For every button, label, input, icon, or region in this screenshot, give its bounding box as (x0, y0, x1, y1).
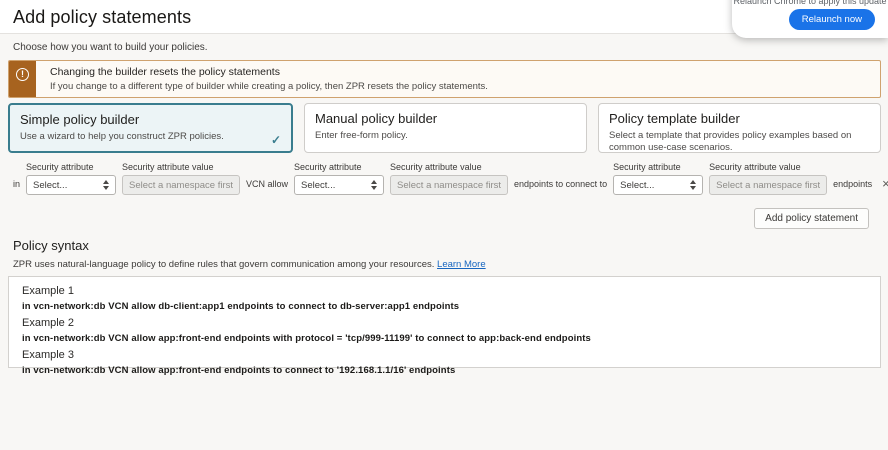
statement-connector-text: endpoints to connect to (514, 179, 607, 195)
select-updown-icon (103, 180, 109, 190)
card-description: Enter free-form policy. (315, 130, 576, 142)
card-title: Policy template builder (609, 111, 870, 126)
warning-banner-accent: ! (9, 61, 36, 97)
security-attribute-value-input-3[interactable] (709, 175, 827, 195)
builder-card-list: Simple policy builder Use a wizard to he… (8, 103, 881, 153)
remove-statement-icon[interactable]: × (878, 177, 888, 195)
policy-statement-row: in Security attribute Select... Security… (13, 162, 881, 195)
statement-suffix-text: endpoints (833, 179, 872, 195)
security-attribute-select-1[interactable]: Select... (26, 175, 116, 195)
select-updown-icon (371, 180, 377, 190)
warning-banner-title: Changing the builder resets the policy s… (50, 66, 488, 78)
security-attribute-label: Security attribute (294, 162, 384, 172)
security-attribute-value-input-2[interactable] (390, 175, 508, 195)
security-attribute-value-field-1: Security attribute value (122, 162, 240, 195)
security-attribute-value-label: Security attribute value (122, 162, 240, 172)
warning-banner-description: If you change to a different type of bui… (50, 81, 488, 92)
example-label: Example 3 (22, 349, 867, 361)
builder-choice-subtitle: Choose how you want to build your polici… (13, 42, 881, 53)
alert-circle-icon: ! (16, 68, 29, 81)
security-attribute-value-input-1[interactable] (122, 175, 240, 195)
example-statement: in vcn-network:db VCN allow db-client:ap… (22, 301, 867, 312)
security-attribute-value-field-2: Security attribute value (390, 162, 508, 195)
security-attribute-field-1: Security attribute Select... (26, 162, 116, 195)
chrome-update-notification: Relaunch Chrome to apply this update Rel… (732, 0, 888, 38)
content-area: Choose how you want to build your polici… (0, 34, 888, 450)
policy-syntax-heading: Policy syntax (13, 238, 881, 253)
selected-check-icon: ✓ (271, 133, 281, 147)
security-attribute-value-field-3: Security attribute value (709, 162, 827, 195)
example-label: Example 2 (22, 317, 867, 329)
security-attribute-select-2[interactable]: Select... (294, 175, 384, 195)
statement-connector-text: VCN allow (246, 179, 288, 195)
security-attribute-label: Security attribute (26, 162, 116, 172)
example-label: Example 1 (22, 285, 867, 297)
card-policy-template-builder[interactable]: Policy template builder Select a templat… (598, 103, 881, 153)
card-title: Manual policy builder (315, 111, 576, 126)
card-manual-policy-builder[interactable]: Manual policy builder Enter free-form po… (304, 103, 587, 153)
relaunch-now-button[interactable]: Relaunch now (789, 9, 875, 30)
select-updown-icon (690, 180, 696, 190)
security-attribute-select-3[interactable]: Select... (613, 175, 703, 195)
security-attribute-field-2: Security attribute Select... (294, 162, 384, 195)
policy-syntax-description: ZPR uses natural-language policy to defi… (13, 259, 881, 270)
chrome-update-message: Relaunch Chrome to apply this update (732, 0, 888, 6)
security-attribute-field-3: Security attribute Select... (613, 162, 703, 195)
card-description: Use a wizard to help you construct ZPR p… (20, 131, 281, 143)
warning-banner: ! Changing the builder resets the policy… (8, 60, 881, 98)
example-statement: in vcn-network:db VCN allow app:front-en… (22, 365, 867, 376)
card-description: Select a template that provides policy e… (609, 130, 870, 154)
statement-prefix-text: in (13, 179, 20, 195)
card-simple-policy-builder[interactable]: Simple policy builder Use a wizard to he… (8, 103, 293, 153)
warning-banner-body: Changing the builder resets the policy s… (36, 61, 498, 97)
policy-examples-box: Example 1 in vcn-network:db VCN allow db… (8, 276, 881, 368)
card-title: Simple policy builder (20, 112, 281, 127)
security-attribute-value-label: Security attribute value (709, 162, 827, 172)
add-policy-statement-button[interactable]: Add policy statement (754, 208, 869, 229)
learn-more-link[interactable]: Learn More (437, 259, 486, 270)
add-statement-row: Add policy statement (8, 208, 869, 229)
example-statement: in vcn-network:db VCN allow app:front-en… (22, 333, 867, 344)
security-attribute-value-label: Security attribute value (390, 162, 508, 172)
security-attribute-label: Security attribute (613, 162, 703, 172)
